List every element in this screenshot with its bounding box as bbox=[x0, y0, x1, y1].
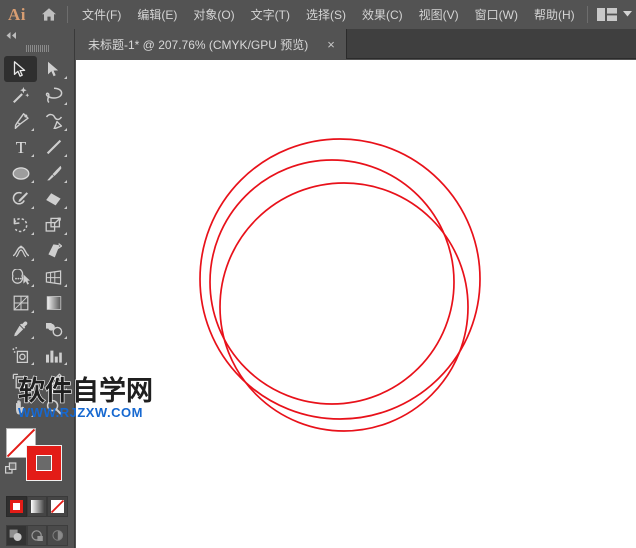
width-tool[interactable] bbox=[4, 238, 37, 264]
eyedropper-tool[interactable] bbox=[4, 316, 37, 342]
type-tool[interactable]: T bbox=[4, 134, 37, 160]
magic-wand-tool[interactable] bbox=[4, 82, 37, 108]
chevron-down-icon[interactable] bbox=[623, 10, 632, 19]
artboard-tool[interactable] bbox=[4, 368, 37, 394]
tool-flyout-indicator bbox=[64, 128, 67, 131]
tool-flyout-indicator bbox=[31, 310, 34, 313]
pen-tool[interactable] bbox=[4, 108, 37, 134]
tool-flyout-indicator bbox=[31, 128, 34, 131]
tool-flyout-indicator bbox=[64, 76, 67, 79]
draw-behind-button[interactable] bbox=[27, 525, 48, 546]
direct-selection-tool[interactable] bbox=[37, 56, 70, 82]
symbol-sprayer-tool[interactable] bbox=[4, 342, 37, 368]
tool-flyout-indicator bbox=[64, 284, 67, 287]
tool-flyout-indicator bbox=[31, 414, 34, 417]
color-mode-icon bbox=[10, 500, 23, 513]
panel-collapse-icon[interactable] bbox=[0, 29, 74, 42]
tool-flyout-indicator bbox=[64, 154, 67, 157]
tool-flyout-indicator bbox=[31, 284, 34, 287]
stroke-swatch-inner bbox=[36, 455, 52, 471]
fill-stroke-controls bbox=[0, 426, 74, 486]
tool-flyout-indicator bbox=[31, 362, 34, 365]
swap-fill-stroke-icon[interactable] bbox=[5, 462, 18, 480]
perspective-grid-tool[interactable] bbox=[37, 264, 70, 290]
tool-flyout-indicator bbox=[64, 388, 67, 391]
panel-drag-handle[interactable] bbox=[0, 42, 74, 54]
tool-flyout-indicator bbox=[64, 336, 67, 339]
line-segment-tool[interactable] bbox=[37, 134, 70, 160]
menu-item-view[interactable]: 视图(V) bbox=[411, 0, 467, 29]
gradient-tool[interactable] bbox=[37, 290, 70, 316]
rotate-tool[interactable] bbox=[4, 212, 37, 238]
circle-inner bbox=[220, 183, 468, 431]
menubar-right-group bbox=[587, 0, 632, 29]
draw-inside-button[interactable] bbox=[47, 525, 68, 546]
tool-flyout-indicator bbox=[64, 258, 67, 261]
menu-item-effect[interactable]: 效果(C) bbox=[354, 0, 411, 29]
stroke-swatch[interactable] bbox=[26, 445, 62, 481]
tool-flyout-indicator bbox=[64, 206, 67, 209]
menu-item-window[interactable]: 窗口(W) bbox=[467, 0, 526, 29]
zoom-tool[interactable] bbox=[37, 394, 70, 420]
slice-tool[interactable] bbox=[37, 368, 70, 394]
tool-flyout-indicator bbox=[31, 336, 34, 339]
selection-tool[interactable] bbox=[4, 56, 37, 82]
tools-panel: T bbox=[0, 29, 75, 548]
document-tab-bar: 未标题-1* @ 207.76% (CMYK/GPU 预览) × bbox=[76, 29, 636, 59]
none-mode-button[interactable] bbox=[47, 496, 68, 517]
gradient-mode-icon bbox=[31, 500, 44, 513]
draw-normal-button[interactable] bbox=[6, 525, 27, 546]
tool-flyout-indicator bbox=[31, 232, 34, 235]
tool-flyout-indicator bbox=[64, 180, 67, 183]
eraser-tool[interactable] bbox=[37, 186, 70, 212]
lasso-tool[interactable] bbox=[37, 82, 70, 108]
tool-grid: T bbox=[0, 54, 74, 420]
color-mode-button[interactable] bbox=[6, 496, 27, 517]
tool-flyout-indicator bbox=[64, 102, 67, 105]
shaper-tool[interactable] bbox=[4, 186, 37, 212]
artwork-circles[interactable] bbox=[76, 60, 636, 548]
shape-builder-tool[interactable] bbox=[4, 264, 37, 290]
scale-tool[interactable] bbox=[37, 212, 70, 238]
tool-flyout-indicator bbox=[31, 180, 34, 183]
home-icon[interactable] bbox=[34, 0, 64, 29]
tool-flyout-indicator bbox=[31, 154, 34, 157]
curvature-tool[interactable] bbox=[37, 108, 70, 134]
blend-tool[interactable] bbox=[37, 316, 70, 342]
column-graph-tool[interactable] bbox=[37, 342, 70, 368]
fill-mode-group bbox=[6, 496, 68, 517]
tool-flyout-indicator bbox=[64, 362, 67, 365]
circle-middle bbox=[210, 160, 454, 404]
illustrator-window: Ai 文件(F) 编辑(E) 对象(O) 文字(T) 选择(S) 效果(C) 视… bbox=[0, 0, 636, 548]
document-tab-title: 未标题-1* @ 207.76% (CMYK/GPU 预览) bbox=[88, 36, 308, 53]
tool-flyout-indicator bbox=[31, 258, 34, 261]
none-mode-icon bbox=[51, 500, 64, 513]
menu-bar: Ai 文件(F) 编辑(E) 对象(O) 文字(T) 选择(S) 效果(C) 视… bbox=[0, 0, 636, 29]
menu-item-object[interactable]: 对象(O) bbox=[185, 0, 242, 29]
tool-flyout-indicator bbox=[64, 232, 67, 235]
tool-flyout-indicator bbox=[31, 388, 34, 391]
menu-item-type[interactable]: 文字(T) bbox=[243, 0, 298, 29]
svg-text:T: T bbox=[15, 139, 26, 155]
document-canvas[interactable] bbox=[76, 60, 636, 548]
menu-item-select[interactable]: 选择(S) bbox=[298, 0, 354, 29]
hand-tool[interactable] bbox=[4, 394, 37, 420]
mesh-tool[interactable] bbox=[4, 290, 37, 316]
draw-mode-group bbox=[6, 525, 68, 546]
gradient-mode-button[interactable] bbox=[27, 496, 48, 517]
app-logo: Ai bbox=[0, 0, 34, 29]
menu-items: 文件(F) 编辑(E) 对象(O) 文字(T) 选择(S) 效果(C) 视图(V… bbox=[74, 0, 583, 29]
tool-flyout-indicator bbox=[31, 206, 34, 209]
workspace-divider bbox=[587, 6, 588, 23]
close-icon[interactable]: × bbox=[322, 38, 340, 51]
menu-item-help[interactable]: 帮助(H) bbox=[526, 0, 583, 29]
menu-item-edit[interactable]: 编辑(E) bbox=[129, 0, 185, 29]
ellipse-tool[interactable] bbox=[4, 160, 37, 186]
free-transform-tool[interactable] bbox=[37, 238, 70, 264]
workspace-switcher-icon[interactable] bbox=[597, 8, 617, 21]
menu-divider bbox=[67, 6, 68, 23]
paintbrush-tool[interactable] bbox=[37, 160, 70, 186]
menu-item-file[interactable]: 文件(F) bbox=[74, 0, 129, 29]
document-tab[interactable]: 未标题-1* @ 207.76% (CMYK/GPU 预览) × bbox=[76, 29, 347, 59]
